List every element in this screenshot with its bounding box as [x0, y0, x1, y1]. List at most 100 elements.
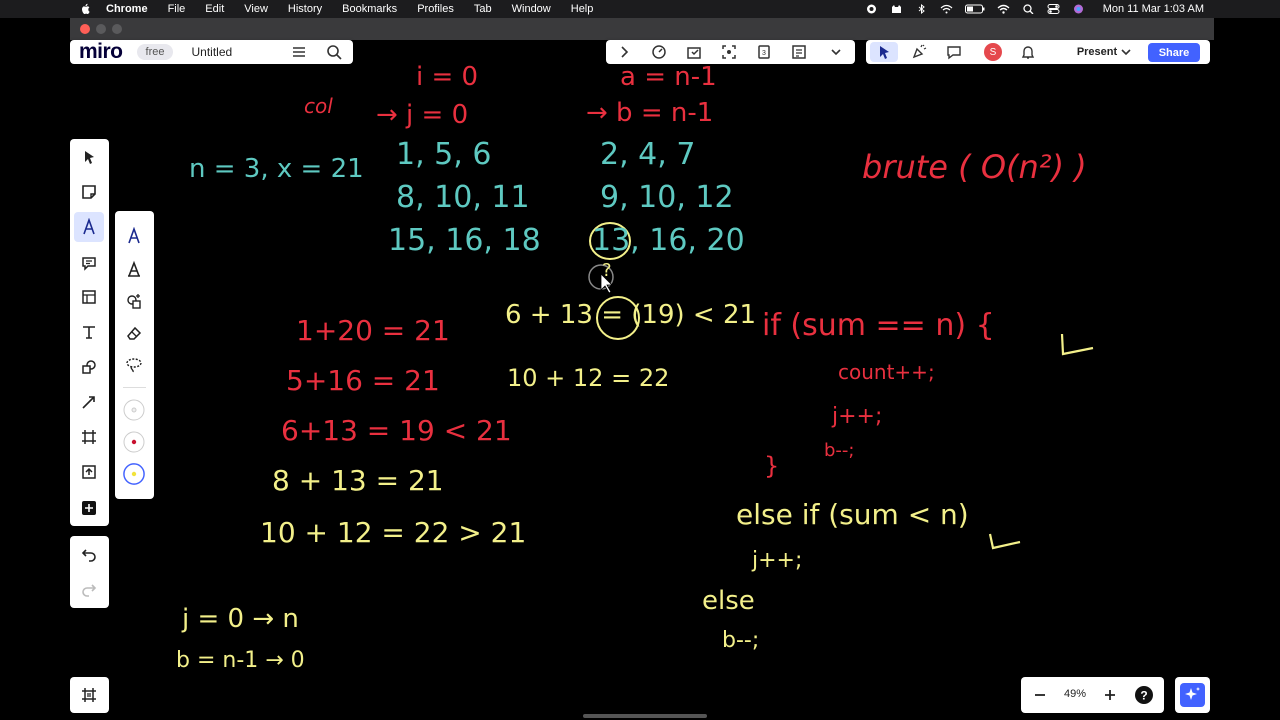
- matrix2-row1: 2, 4, 7: [600, 137, 696, 172]
- code-b-dec-1: b--;: [824, 440, 855, 461]
- frames-list-icon: [82, 688, 96, 702]
- arrow-line-icon: [82, 396, 95, 409]
- zoom-level[interactable]: 49%: [1057, 688, 1093, 700]
- control-center-icon[interactable]: [1047, 4, 1060, 14]
- whiteboard-canvas[interactable]: i = 0 col → j = 0 a = n-1 → b = n-1 n = …: [0, 62, 1280, 720]
- menu-bookmarks[interactable]: Bookmarks: [342, 3, 397, 15]
- battery-icon[interactable]: [964, 4, 985, 14]
- smart-draw-option[interactable]: [123, 290, 145, 312]
- left-line-5: 10 + 12 = 22 > 21: [260, 516, 527, 549]
- pen-tool[interactable]: [74, 212, 104, 242]
- undo-button[interactable]: [78, 543, 100, 565]
- focus-icon[interactable]: [720, 43, 738, 61]
- record-icon[interactable]: [865, 4, 878, 14]
- comment-icon[interactable]: [945, 43, 963, 61]
- plan-badge[interactable]: free: [136, 44, 174, 60]
- connector-tool[interactable]: [78, 391, 100, 413]
- menu-tab[interactable]: Tab: [474, 3, 492, 15]
- svg-text:?: ?: [1140, 689, 1147, 703]
- wifi-off-icon[interactable]: [940, 4, 953, 14]
- notes-icon[interactable]: [790, 43, 808, 61]
- shapes-tool[interactable]: [78, 356, 100, 378]
- ai-assist-button[interactable]: [1175, 677, 1210, 713]
- select-tool[interactable]: [78, 146, 100, 168]
- lasso-option[interactable]: [123, 354, 145, 376]
- menu-view[interactable]: View: [244, 3, 268, 15]
- siri-icon[interactable]: [1072, 4, 1085, 14]
- matrix1-row2: 8, 10, 11: [396, 180, 530, 215]
- menu-history[interactable]: History: [288, 3, 322, 15]
- svg-text:3: 3: [762, 50, 766, 57]
- label-b: → b = n-1: [586, 98, 714, 128]
- close-window-icon[interactable]: [80, 24, 90, 34]
- upload-icon: [82, 465, 96, 479]
- label-i0: i = 0: [416, 62, 479, 92]
- menu-icon[interactable]: [290, 43, 308, 61]
- cursor-mode-button[interactable]: [870, 42, 898, 62]
- menubar-clock[interactable]: Mon 11 Mar 1:03 AM: [1103, 3, 1204, 15]
- frame-tool[interactable]: [78, 426, 100, 448]
- zoom-in-icon[interactable]: [1101, 686, 1119, 704]
- cursor-arrow-icon: [85, 151, 94, 164]
- upload-tool[interactable]: [78, 461, 100, 483]
- highlighter-icon: [128, 260, 140, 277]
- checkmark-1-stroke: [1060, 333, 1094, 356]
- color-option-red[interactable]: [123, 431, 145, 453]
- frames-panel-button[interactable]: [70, 677, 109, 713]
- menu-edit[interactable]: Edit: [205, 3, 224, 15]
- sticky-note-tool[interactable]: [78, 181, 100, 203]
- reactions-icon[interactable]: [910, 43, 928, 61]
- chevron-down-icon[interactable]: [827, 43, 845, 61]
- frames-list-tool[interactable]: [78, 684, 100, 706]
- menu-help[interactable]: Help: [571, 3, 594, 15]
- share-button[interactable]: Share: [1148, 43, 1200, 62]
- miro-logo[interactable]: miro: [79, 40, 123, 64]
- vote-icon[interactable]: [685, 43, 703, 61]
- redo-button[interactable]: [78, 578, 100, 600]
- eraser-option[interactable]: [123, 322, 145, 344]
- avatar[interactable]: S: [984, 43, 1002, 61]
- more-apps-tool[interactable]: [78, 497, 100, 519]
- menu-profiles[interactable]: Profiles: [417, 3, 454, 15]
- label-question: ?: [602, 260, 612, 281]
- browser-window-bar: [70, 18, 1214, 40]
- pen-icon: [128, 227, 140, 244]
- menu-window[interactable]: Window: [512, 3, 551, 15]
- color-option-white[interactable]: [123, 399, 145, 421]
- color-option-yellow[interactable]: [123, 463, 145, 485]
- code-j-inc-2: j++;: [752, 548, 803, 573]
- present-chevron-down-icon[interactable]: [1117, 43, 1135, 61]
- undo-redo-panel: [70, 536, 109, 608]
- label-j-range: j = 0 → n: [182, 604, 299, 634]
- menu-app-chrome[interactable]: Chrome: [106, 3, 148, 15]
- search-icon[interactable]: [325, 43, 343, 61]
- cat-icon[interactable]: [890, 4, 903, 14]
- bluetooth-icon[interactable]: [915, 4, 928, 14]
- frame-icon: [82, 430, 96, 444]
- code-count: count++;: [838, 360, 935, 384]
- highlighter-option[interactable]: [123, 258, 145, 280]
- horizontal-scrollbar[interactable]: [583, 714, 707, 718]
- estimation-icon[interactable]: 3: [755, 43, 773, 61]
- wifi-icon[interactable]: [997, 4, 1010, 14]
- code-b-dec-2: b--;: [722, 628, 760, 653]
- minimize-window-icon[interactable]: [96, 24, 106, 34]
- shapes-icon: [82, 360, 96, 374]
- search-icon[interactable]: [1022, 4, 1035, 14]
- text-tool[interactable]: [78, 321, 100, 343]
- left-line-1: 1+20 = 21: [296, 314, 450, 347]
- label-n-x: n = 3, x = 21: [189, 154, 364, 184]
- zoom-out-icon[interactable]: [1031, 686, 1049, 704]
- menu-file[interactable]: File: [168, 3, 186, 15]
- notification-bell-icon[interactable]: [1019, 43, 1037, 61]
- board-name[interactable]: Untitled: [191, 45, 232, 59]
- table-tool[interactable]: [78, 286, 100, 308]
- zoom-window-icon[interactable]: [112, 24, 122, 34]
- timer-icon[interactable]: [650, 43, 668, 61]
- apple-icon[interactable]: [80, 3, 92, 15]
- help-icon[interactable]: ?: [1134, 685, 1154, 705]
- code-j-inc-1: j++;: [832, 404, 883, 429]
- pen-option[interactable]: [123, 225, 145, 247]
- chevron-right-icon[interactable]: [615, 43, 633, 61]
- comment-tool[interactable]: [78, 252, 100, 274]
